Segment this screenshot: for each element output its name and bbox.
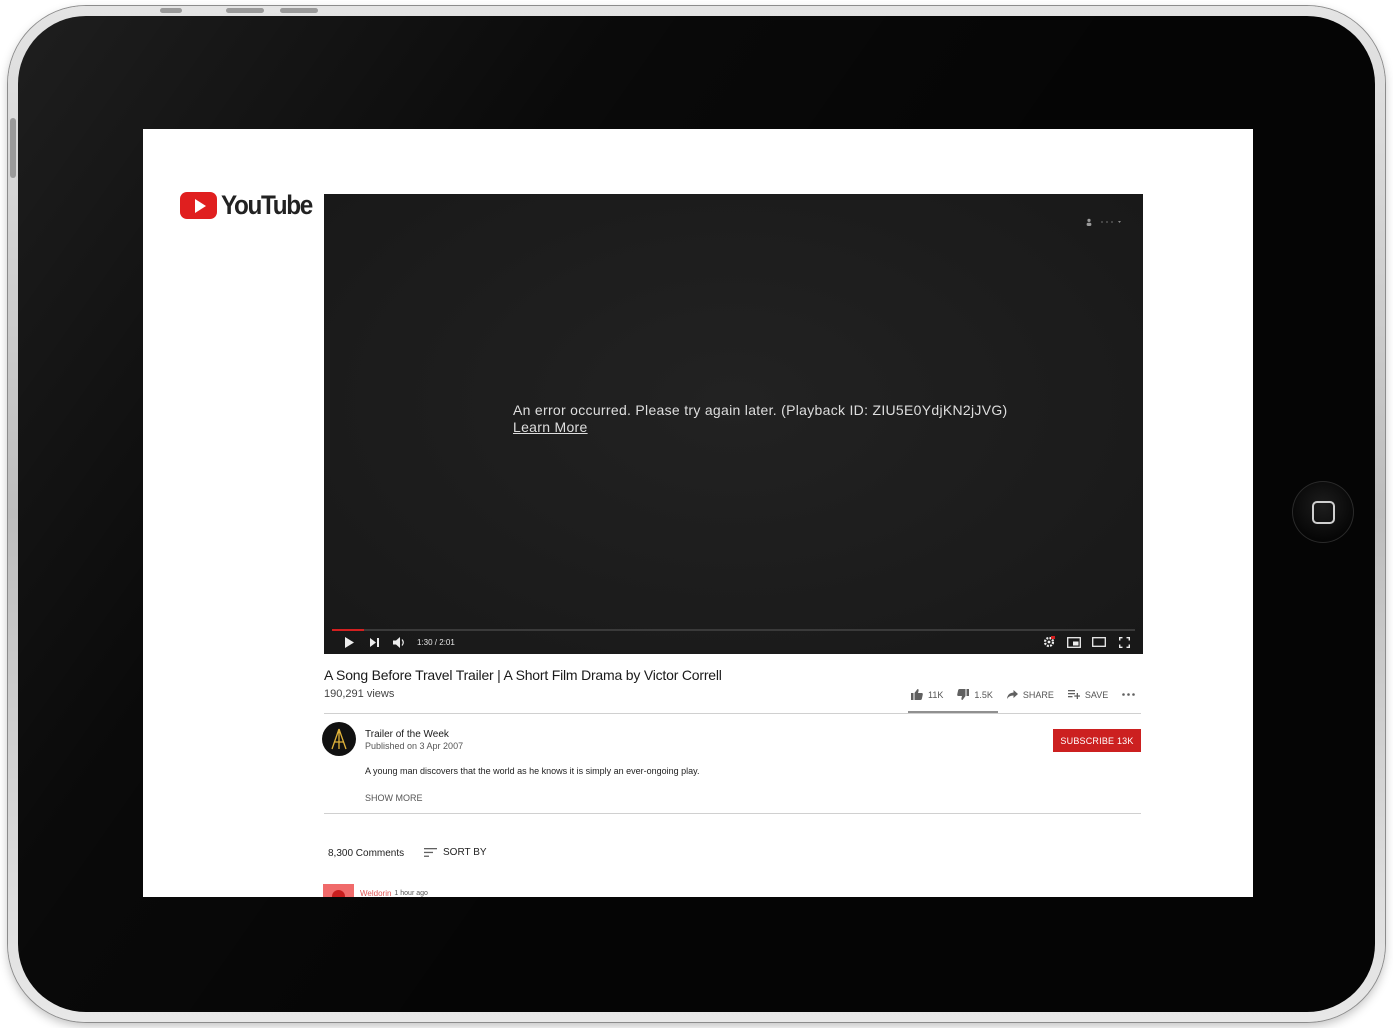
sort-by-label: SORT BY <box>443 847 487 858</box>
home-button[interactable] <box>1292 481 1354 543</box>
video-description: A young man discovers that the world as … <box>365 766 700 776</box>
video-player[interactable]: An error occurred. Please try again late… <box>324 194 1143 654</box>
subscribe-label: SUBSCRIBE <box>1060 735 1115 746</box>
share-button[interactable]: SHARE <box>1006 689 1054 700</box>
player-controls-left: 1:30 / 2:01 <box>342 635 455 649</box>
play-icon[interactable] <box>342 635 356 649</box>
comment-timestamp: 1 hour ago <box>394 889 428 897</box>
video-title: A Song Before Travel Trailer | A Short F… <box>324 667 722 683</box>
dots-menu-icon <box>1101 221 1121 223</box>
divider <box>324 813 1141 814</box>
player-top-controls <box>1085 218 1123 226</box>
video-actions: 11K 1.5K SHARE SAVE <box>911 689 1136 700</box>
comment-count: 8,300 Comments <box>328 848 405 859</box>
learn-more-link[interactable]: Learn More <box>513 419 588 436</box>
more-horizontal-icon <box>1122 693 1136 696</box>
like-count: 11K <box>928 689 944 700</box>
save-label: SAVE <box>1084 689 1109 700</box>
error-message-box: An error occurred. Please try again late… <box>513 402 1008 436</box>
hardware-button <box>160 8 182 13</box>
subscriber-count: 13K <box>1116 735 1134 746</box>
sort-by-button[interactable]: SORT BY <box>424 847 487 858</box>
hardware-button <box>280 8 318 13</box>
miniplayer-icon[interactable] <box>1067 635 1081 649</box>
player-controls-right <box>1042 635 1131 649</box>
divider <box>324 713 1141 714</box>
sort-icon <box>424 848 437 857</box>
more-actions-button[interactable] <box>1122 693 1136 696</box>
share-icon <box>1006 690 1018 699</box>
time-display: 1:30 / 2:01 <box>417 637 455 647</box>
hardware-button <box>226 8 264 13</box>
home-square-icon <box>1311 500 1335 524</box>
progress-bar[interactable] <box>332 629 1135 631</box>
dislike-count: 1.5K <box>974 689 993 700</box>
channel-avatar[interactable] <box>322 722 356 756</box>
youtube-play-icon <box>180 192 217 219</box>
hardware-button <box>10 118 16 178</box>
playlist-add-icon <box>1067 690 1080 699</box>
channel-name[interactable]: Trailer of the Week <box>365 729 449 740</box>
publish-date: Published on 3 Apr 2007 <box>365 741 464 751</box>
thumbs-up-icon <box>911 689 923 700</box>
show-more-button[interactable]: SHOW MORE <box>365 793 423 803</box>
screen: YouTube An error occurred. Please try ag… <box>143 129 1253 897</box>
volume-icon[interactable] <box>392 635 406 649</box>
progress-fill <box>332 629 365 631</box>
sentiment-bar <box>908 711 998 713</box>
comment-item: Weldorin 1 hour ago <box>323 884 428 897</box>
fullscreen-icon[interactable] <box>1117 635 1131 649</box>
share-label: SHARE <box>1022 689 1054 700</box>
comment-author[interactable]: Weldorin <box>360 889 391 898</box>
next-icon[interactable] <box>367 635 381 649</box>
dislike-button[interactable]: 1.5K <box>957 689 993 700</box>
commenter-avatar[interactable] <box>323 884 354 897</box>
theater-mode-icon[interactable] <box>1092 635 1106 649</box>
channel-logo-icon <box>331 728 347 750</box>
youtube-logo[interactable]: YouTube <box>180 190 322 221</box>
save-button[interactable]: SAVE <box>1067 689 1109 700</box>
error-message: An error occurred. Please try again late… <box>513 402 1008 418</box>
person-icon <box>1086 218 1092 226</box>
logo-text: YouTube <box>221 190 313 220</box>
thumbs-down-icon <box>957 689 970 700</box>
settings-icon[interactable] <box>1042 635 1056 649</box>
view-count: 190,291 views <box>324 688 395 700</box>
like-button[interactable]: 11K <box>911 689 943 700</box>
subscribe-button[interactable]: SUBSCRIBE 13K <box>1053 729 1141 752</box>
